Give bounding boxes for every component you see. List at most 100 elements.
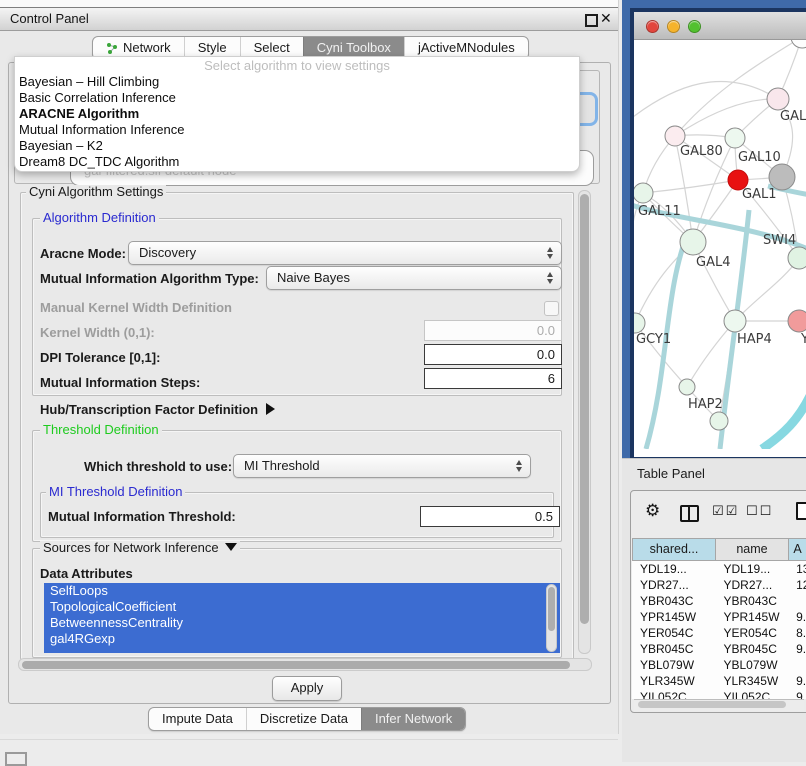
algorithm-option[interactable]: Mutual Information Inference (15, 122, 579, 138)
network-canvas[interactable]: GALGAL80GAL10GAL1GAL11GAL4SWI4GCY1HAP4YH… (634, 40, 806, 449)
node-bottom[interactable] (710, 412, 728, 430)
unchecked-boxes-icon[interactable]: ☐☐ (746, 503, 773, 519)
mi-steps-field[interactable]: 6 (424, 368, 562, 389)
manual-kernel-label: Manual Kernel Width Definition (40, 300, 232, 315)
network-edge[interactable] (643, 180, 738, 193)
table-cell: YDR27... (716, 577, 789, 593)
table-row[interactable]: YDL19...YDL19...13 (632, 561, 806, 577)
manual-kernel-checkbox[interactable] (544, 301, 559, 316)
table-cell: 9. (788, 641, 806, 657)
which-threshold-label: Which threshold to use: (84, 459, 232, 474)
table-cell: 8. (788, 625, 806, 641)
attribute-item[interactable] (44, 647, 560, 653)
node-hap4[interactable] (724, 310, 746, 332)
expanded-arrow-icon (225, 543, 237, 551)
table-cell: YER054C (716, 625, 789, 641)
table-cell: 9. (788, 609, 806, 625)
table-cell: 9 (788, 689, 806, 699)
network-edge[interactable] (635, 242, 693, 323)
hub-definition-toggle[interactable]: Hub/Transcription Factor Definition (40, 402, 275, 417)
table-row[interactable]: YDR27...YDR27...12 (632, 577, 806, 593)
table-cell: YLR345W (716, 673, 789, 689)
algorithm-option[interactable]: ARACNE Algorithm (15, 106, 579, 122)
settings-scrollbar-thumb[interactable] (580, 194, 589, 624)
table-header-row[interactable]: shared...nameA (632, 538, 806, 561)
table-cell: YDL19... (632, 561, 716, 577)
close-icon[interactable]: ✕ (600, 10, 612, 27)
network-edge[interactable] (675, 99, 778, 136)
algorithm-option[interactable]: Bayesian – K2 (15, 138, 579, 154)
settings-hscrollbar[interactable] (18, 658, 592, 671)
attribute-item[interactable]: BetweennessCentrality (44, 615, 560, 631)
minimized-panel-icon[interactable] (5, 752, 27, 766)
table-row[interactable]: YLR345WYLR345W9. (632, 673, 806, 689)
checked-boxes-icon[interactable]: ☑☑ (712, 503, 739, 519)
node-gal11[interactable] (634, 183, 653, 203)
table-cell: YIL052C (716, 689, 789, 699)
network-edge[interactable] (762, 396, 806, 449)
settings-scrollbar[interactable] (578, 190, 591, 654)
node-gal7[interactable] (767, 88, 789, 110)
table-row[interactable]: YBR043CYBR043C (632, 593, 806, 609)
settings-hscrollbar-thumb[interactable] (22, 661, 570, 669)
table-cell: YDL19... (716, 561, 789, 577)
network-graph[interactable]: GALGAL80GAL10GAL1GAL11GAL4SWI4GCY1HAP4YH… (634, 40, 806, 449)
table-cell: YBR045C (632, 641, 716, 657)
attribute-item[interactable]: TopologicalCoefficient (44, 599, 560, 615)
algorithm-option[interactable]: Basic Correlation Inference (15, 90, 579, 106)
columns-icon[interactable] (680, 505, 699, 522)
node-swi4[interactable] (788, 247, 806, 269)
table-row[interactable]: YBL079WYBL079W (632, 657, 806, 673)
node-hap2[interactable] (679, 379, 695, 395)
table-row[interactable]: YPR145WYPR145W9. (632, 609, 806, 625)
mi-type-combo[interactable]: Naive Bayes (266, 266, 562, 290)
dpi-tolerance-field[interactable]: 0.0 (424, 344, 562, 365)
algorithm-option[interactable]: Dream8 DC_TDC Algorithm (15, 154, 579, 170)
attributes-scrollbar[interactable] (546, 584, 557, 652)
algorithm-list: Bayesian – Hill ClimbingBasic Correlatio… (15, 74, 579, 170)
which-threshold-combo[interactable]: MI Threshold (233, 454, 531, 478)
node-gal10[interactable] (725, 128, 745, 148)
node-salmon[interactable] (788, 310, 806, 332)
node-top[interactable] (791, 40, 806, 48)
algorithm-option[interactable]: Bayesian – Hill Climbing (15, 74, 579, 90)
kernel-width-field[interactable]: 0.0 (424, 320, 562, 341)
bottom-tab-bar: Impute DataDiscretize DataInfer Network (148, 707, 466, 731)
tab-infer-network[interactable]: Infer Network (361, 708, 465, 730)
gear-icon[interactable]: ⚙ (645, 501, 660, 521)
table-body[interactable]: YDL19...YDL19...13YDR27...YDR27...12YBR0… (632, 561, 806, 699)
node-gcy1[interactable] (634, 313, 645, 333)
table-hscrollbar-thumb[interactable] (638, 701, 786, 708)
float-panel-icon[interactable] (585, 14, 598, 27)
mi-threshold-field[interactable]: 0.5 (420, 506, 560, 527)
file-icon[interactable] (796, 502, 806, 520)
data-attributes-list[interactable]: SelfLoopsTopologicalCoefficientBetweenne… (44, 583, 560, 653)
table-row[interactable]: YBR045CYBR045C9. (632, 641, 806, 657)
table-row[interactable]: YER054CYER054C8. (632, 625, 806, 641)
apply-button[interactable]: Apply (272, 676, 342, 701)
column-header[interactable]: name (716, 538, 789, 561)
node-label-gal1: GAL1 (742, 187, 776, 202)
table-cell: 12 (788, 577, 806, 593)
node-gal80[interactable] (665, 126, 685, 146)
mac-close-icon[interactable] (646, 20, 659, 33)
attribute-item[interactable]: SelfLoops (44, 583, 560, 599)
tab-discretize-data[interactable]: Discretize Data (246, 708, 361, 730)
attributes-scrollbar-thumb[interactable] (548, 587, 555, 631)
table-cell (788, 657, 806, 673)
table-row[interactable]: YIL052CYIL052C9 (632, 689, 806, 699)
sources-title: Sources for Network Inference (43, 540, 219, 555)
node-gal4[interactable] (680, 229, 706, 255)
aracne-mode-combo[interactable]: Discovery (128, 241, 562, 265)
network-window-titlebar[interactable] (634, 12, 806, 40)
table-cell: YPR145W (716, 609, 789, 625)
tab-impute-data[interactable]: Impute Data (149, 708, 246, 730)
mac-minimize-icon[interactable] (667, 20, 680, 33)
node-label-gal4: GAL4 (696, 255, 730, 270)
sources-title-row[interactable]: Sources for Network Inference (40, 541, 240, 555)
column-header[interactable]: shared... (632, 538, 716, 561)
column-header[interactable]: A (789, 538, 806, 561)
attribute-item[interactable]: gal4RGexp (44, 631, 560, 647)
mac-zoom-icon[interactable] (688, 20, 701, 33)
aracne-mode-value: Discovery (139, 245, 196, 260)
